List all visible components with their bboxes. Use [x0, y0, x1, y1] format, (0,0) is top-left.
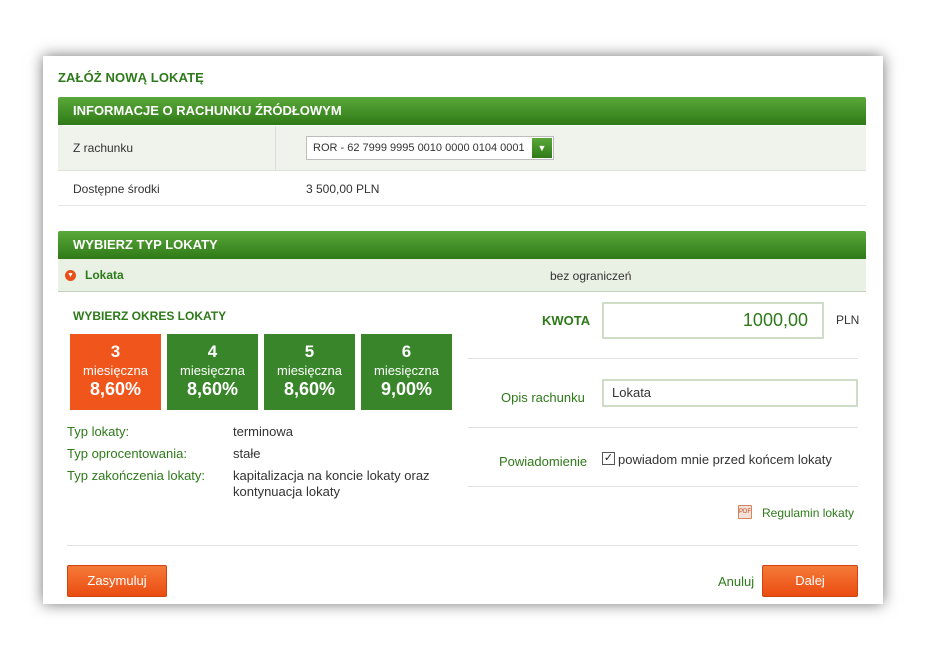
period-rate: 9,00% — [380, 379, 433, 399]
collapse-arrow-icon[interactable]: ▼ — [65, 270, 76, 281]
amount-label: KWOTA — [542, 313, 591, 328]
from-account-value: ROR - 62 7999 9995 0010 0000 0104 0001 — [313, 142, 525, 154]
footer-divider — [67, 545, 858, 546]
period-unit: miesięczna — [82, 363, 149, 378]
deposit-form-panel: ZAŁÓŻ NOWĄ LOKATĘ INFORMACJE O RACHUNKU … — [43, 56, 883, 604]
period-rate: 8,60% — [186, 379, 239, 399]
period-months: 3 — [110, 342, 121, 361]
notification-checkbox[interactable]: ✓ — [602, 452, 615, 465]
cancel-link[interactable]: Anuluj — [718, 574, 754, 589]
period-months: 5 — [304, 342, 315, 361]
page-title: ZAŁÓŻ NOWĄ LOKATĘ — [58, 70, 204, 85]
deposit-type-value: terminowa — [233, 424, 293, 439]
end-type-label: Typ zakończenia lokaty: — [67, 468, 206, 483]
period-option-6[interactable]: 6 miesięczna 9,00% — [361, 334, 452, 410]
period-option-5[interactable]: 5 miesięczna 8,60% — [264, 334, 355, 410]
period-rate: 8,60% — [283, 379, 336, 399]
period-months: 6 — [401, 342, 412, 361]
period-months: 4 — [207, 342, 218, 361]
period-option-4[interactable]: 4 miesięczna 8,60% — [167, 334, 258, 410]
end-type-value: kapitalizacja na koncie lokaty oraz kont… — [233, 468, 430, 499]
notification-text[interactable]: powiadom mnie przed końcem lokaty — [618, 452, 832, 467]
amount-input[interactable]: 1000,00 — [602, 302, 824, 339]
deposit-type-row[interactable]: ▼ Lokata bez ograniczeń — [58, 259, 866, 292]
deposit-limit: bez ograniczeń — [550, 269, 632, 283]
deposit-type-label: Typ lokaty: — [67, 424, 130, 439]
from-account-select[interactable]: ROR - 62 7999 9995 0010 0000 0104 0001 ▼ — [306, 136, 554, 160]
period-option-3[interactable]: 3 miesięczna 8,60% — [70, 334, 161, 410]
period-section-title: WYBIERZ OKRES LOKATY — [73, 309, 227, 323]
source-account-header: INFORMACJE O RACHUNKU ŹRÓDŁOWYM — [58, 97, 866, 125]
divider — [468, 486, 858, 487]
available-funds-label: Dostępne środki — [73, 182, 160, 196]
currency-label: PLN — [836, 313, 860, 327]
terms-link[interactable]: Regulamin lokaty — [762, 506, 854, 520]
available-funds-value: 3 500,00 PLN — [306, 182, 380, 196]
interest-type-label: Typ oprocentowania: — [67, 446, 187, 461]
divider — [468, 427, 858, 428]
interest-type-value: stałe — [233, 446, 261, 461]
period-rate: 8,60% — [89, 379, 142, 399]
description-input[interactable]: Lokata — [602, 379, 858, 407]
period-unit: miesięczna — [276, 363, 343, 378]
from-account-label: Z rachunku — [73, 141, 134, 155]
period-unit: miesięczna — [179, 363, 246, 378]
divider — [468, 358, 858, 359]
period-unit: miesięczna — [373, 363, 440, 378]
notification-label: Powiadomienie — [499, 454, 588, 469]
description-label: Opis rachunku — [501, 390, 585, 405]
pdf-icon[interactable]: PDF — [738, 505, 752, 519]
chevron-down-icon[interactable]: ▼ — [532, 138, 552, 158]
available-funds-row: Dostępne środki 3 500,00 PLN — [58, 171, 866, 206]
deposit-name[interactable]: Lokata — [85, 268, 124, 282]
from-account-row: Z rachunku ROR - 62 7999 9995 0010 0000 … — [58, 126, 866, 171]
simulate-button[interactable]: Zasymuluj — [67, 565, 167, 597]
next-button[interactable]: Dalej — [762, 565, 858, 597]
deposit-type-header: WYBIERZ TYP LOKATY — [58, 231, 866, 259]
